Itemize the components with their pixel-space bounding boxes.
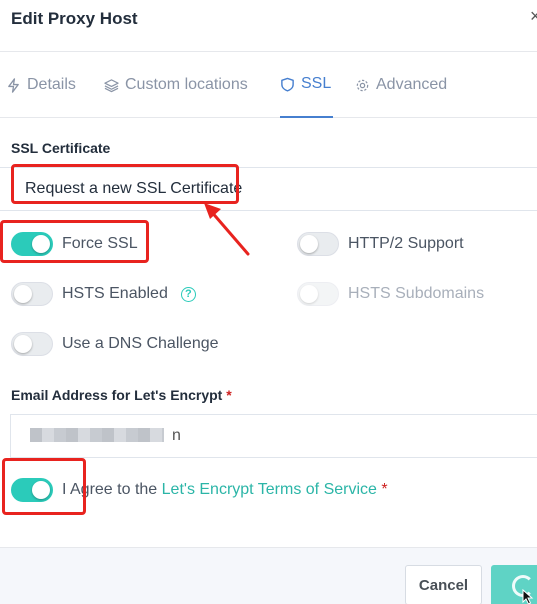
switch-knob: [14, 285, 32, 303]
required-mark: *: [381, 481, 388, 498]
layers-icon: [104, 78, 119, 92]
switch-knob: [32, 235, 50, 253]
switch-knob: [300, 235, 318, 253]
email-value-suffix: n: [172, 427, 181, 444]
dialog-title: Edit Proxy Host: [11, 9, 138, 28]
dns-challenge-label: Use a DNS Challenge: [62, 335, 219, 352]
hsts-toggle-row[interactable]: HSTS Enabled ?: [11, 282, 196, 306]
switch-knob: [300, 285, 318, 303]
shield-icon: [281, 77, 294, 92]
annotation-arrow-icon: [204, 203, 250, 256]
terms-link[interactable]: Let's Encrypt Terms of Service: [162, 481, 377, 498]
tab-label: Advanced: [376, 76, 448, 93]
force-ssl-switch[interactable]: [11, 232, 53, 256]
agree-switch[interactable]: [11, 478, 53, 502]
hsts-switch[interactable]: [11, 282, 53, 306]
tab-custom-locations[interactable]: Custom locations: [104, 52, 248, 118]
close-icon[interactable]: ×: [530, 6, 537, 27]
hsts-subdomains-switch: [297, 282, 339, 306]
hsts-label: HSTS Enabled: [62, 285, 168, 302]
email-label: Email Address for Let's Encrypt *: [11, 387, 232, 403]
agree-text: I Agree to the Let's Encrypt Terms of Se…: [62, 481, 388, 499]
hsts-subdomains-label: HSTS Subdomains: [348, 285, 485, 302]
force-ssl-toggle-row[interactable]: Force SSL: [11, 232, 138, 256]
tab-label: Details: [27, 76, 76, 93]
required-mark: *: [226, 387, 232, 403]
http2-toggle-row[interactable]: HTTP/2 Support: [297, 232, 464, 256]
dialog-header: Edit Proxy Host ×: [0, 0, 537, 52]
tab-bar: Details Custom locations SSL Advanced: [0, 52, 537, 118]
tab-ssl[interactable]: SSL: [280, 52, 334, 118]
mouse-cursor-icon: [522, 589, 534, 604]
force-ssl-label: Force SSL: [62, 235, 138, 252]
dns-challenge-toggle-row[interactable]: Use a DNS Challenge: [11, 332, 219, 356]
email-redacted: [30, 428, 164, 442]
tab-label: Custom locations: [125, 76, 248, 93]
gear-icon: [356, 79, 369, 91]
bolt-icon: [8, 77, 19, 93]
tab-details[interactable]: Details: [6, 52, 76, 118]
cancel-button[interactable]: Cancel: [405, 565, 482, 604]
email-label-text: Email Address for Let's Encrypt: [11, 387, 223, 403]
http2-label: HTTP/2 Support: [348, 235, 464, 252]
help-icon[interactable]: ?: [180, 286, 196, 302]
ssl-certificate-value: Request a new SSL Certificate: [25, 180, 243, 197]
http2-switch[interactable]: [297, 232, 339, 256]
tab-label: SSL: [301, 75, 332, 92]
hsts-subdomains-toggle-row: HSTS Subdomains: [297, 282, 484, 306]
switch-knob: [32, 481, 50, 499]
agree-prefix: I Agree to the: [62, 481, 158, 498]
dns-challenge-switch[interactable]: [11, 332, 53, 356]
tab-advanced[interactable]: Advanced: [355, 52, 447, 118]
ssl-certificate-label: SSL Certificate: [11, 140, 111, 156]
agree-toggle-row[interactable]: I Agree to the Let's Encrypt Terms of Se…: [11, 478, 388, 502]
switch-knob: [14, 335, 32, 353]
